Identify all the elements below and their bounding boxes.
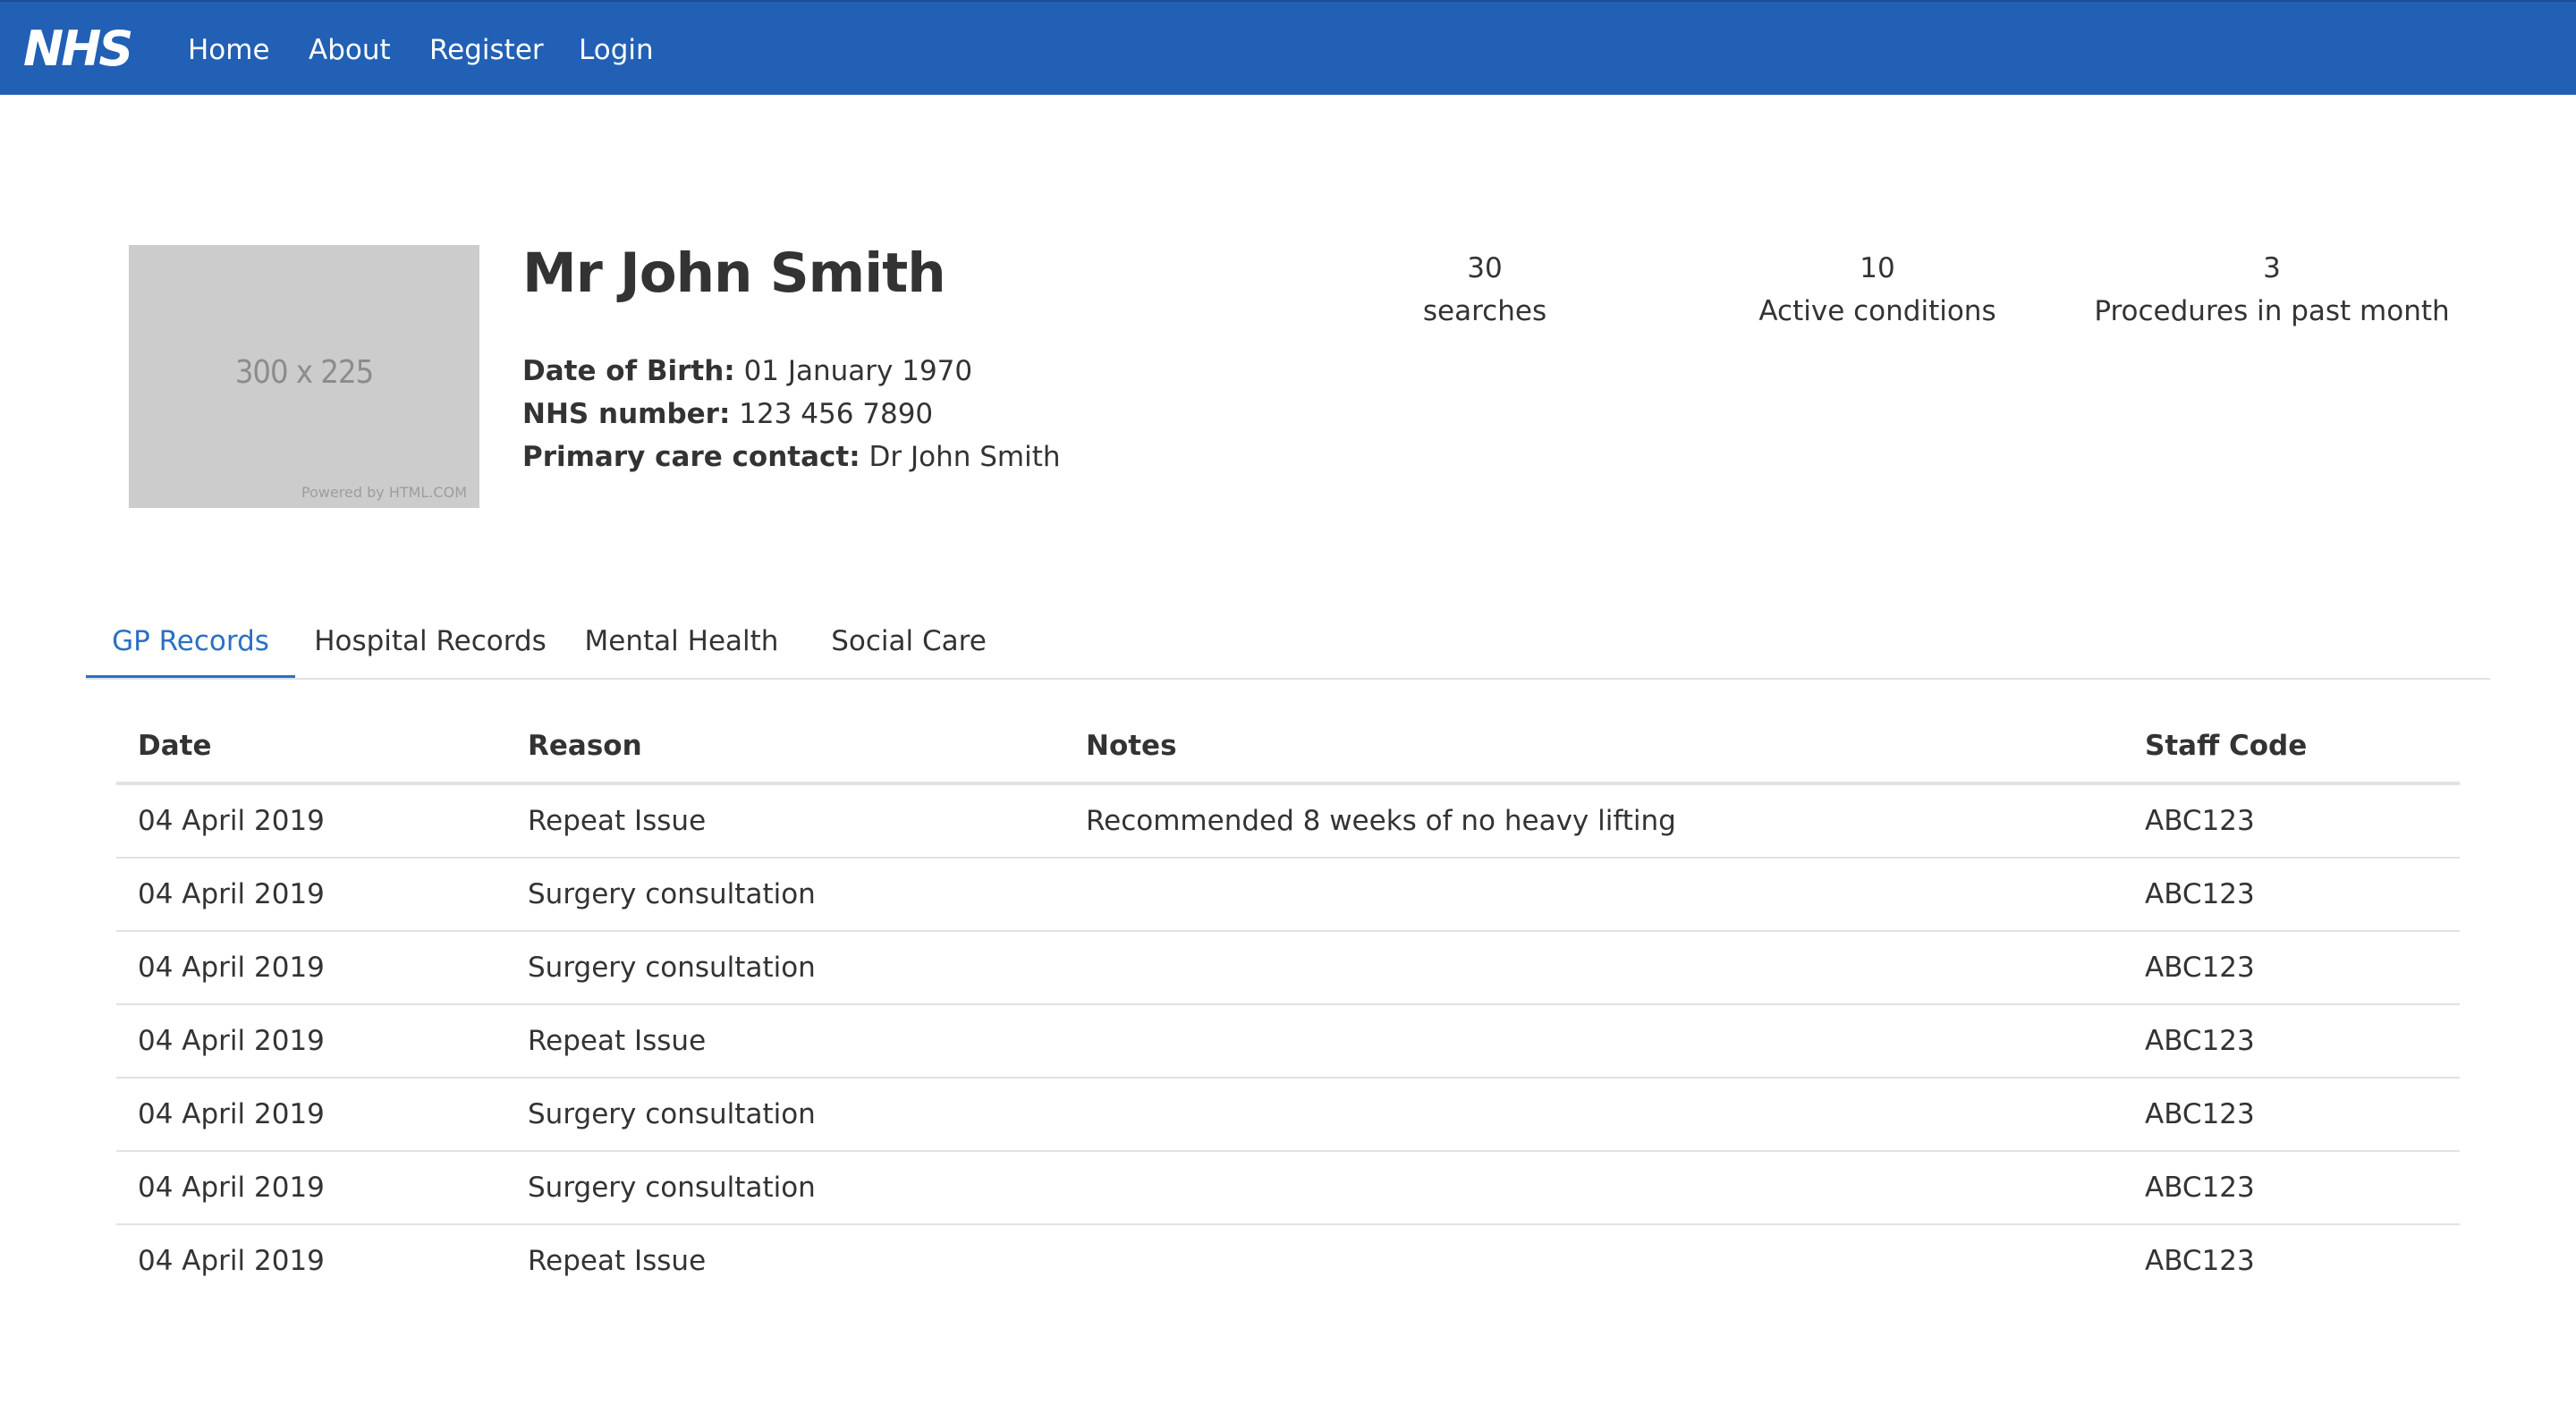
patient-name: Mr John Smith [522,241,946,305]
cell-staff-code: ABC123 [2123,931,2460,1005]
cell-date: 04 April 2019 [116,1004,506,1079]
cell-staff-code: ABC123 [2123,1078,2460,1152]
stat-active-conditions: 10 Active conditions [1681,247,2074,333]
stat-value: 10 [1860,252,1895,284]
cell-staff-code: ABC123 [2123,1151,2460,1225]
table-row: 04 April 2019 Repeat Issue ABC123 [116,1224,2460,1297]
column-header-notes: Notes [1064,710,2123,785]
patient-photo-placeholder: 300 x 225 Powered by HTML.COM [129,245,479,508]
stat-label: Active conditions [1758,295,1996,327]
cell-staff-code: ABC123 [2123,858,2460,932]
cell-staff-code: ABC123 [2123,783,2460,859]
stat-searches: 30 searches [1288,247,1682,333]
dob-value: 01 January 1970 [743,355,973,387]
gp-records-table: Date Reason Notes Staff Code 04 April 20… [116,710,2460,1297]
cell-date: 04 April 2019 [116,1078,506,1152]
cell-reason: Surgery consultation [506,858,1064,932]
table-header-row: Date Reason Notes Staff Code [116,710,2460,785]
cell-notes [1064,1224,2123,1297]
navbar: NHS Home About Register Login [0,0,2576,95]
table-row: 04 April 2019 Surgery consultation ABC12… [116,858,2460,932]
column-header-reason: Reason [506,710,1064,785]
stat-value: 3 [2263,252,2281,284]
table-row: 04 April 2019 Repeat Issue Recommended 8… [116,783,2460,859]
stat-label: searches [1422,295,1547,327]
nhs-number: NHS number: 123 456 7890 [522,398,933,430]
cell-reason: Repeat Issue [506,783,1064,859]
nav-link-about[interactable]: About [309,29,391,72]
tab-gp-records[interactable]: GP Records [86,615,295,678]
nhs-logo[interactable]: NHS [23,20,133,79]
tab-mental-health[interactable]: Mental Health [565,615,798,678]
cell-staff-code: ABC123 [2123,1004,2460,1079]
cell-notes [1064,1151,2123,1225]
cell-reason: Repeat Issue [528,1245,707,1277]
contact-value: Dr John Smith [869,441,1061,473]
primary-care-contact: Primary care contact: Dr John Smith [522,441,1061,473]
nav-link-register[interactable]: Register [429,29,544,72]
cell-reason: Surgery consultation [506,1078,1064,1152]
tab-social-care[interactable]: Social Care [798,615,1020,678]
stat-value: 30 [1467,252,1503,284]
nav-link-home[interactable]: Home [188,29,270,72]
nav-link-login[interactable]: Login [579,29,654,72]
cell-notes [1064,931,2123,1005]
nhs-number-label: NHS number: [522,398,731,430]
contact-label: Primary care contact: [522,441,860,473]
placeholder-size-text: 300 x 225 [234,354,374,391]
nhs-number-value: 123 456 7890 [739,398,934,430]
cell-date: 04 April 2019 [116,931,506,1005]
column-header-staff-code: Staff Code [2123,710,2460,785]
dob-label: Date of Birth: [522,355,735,387]
cell-date: 04 April 2019 [116,1151,506,1225]
cell-reason: Surgery consultation [506,1151,1064,1225]
date-of-birth: Date of Birth: 01 January 1970 [522,355,972,387]
table-row: 04 April 2019 Surgery consultation ABC12… [116,931,2460,1005]
cell-staff-code: ABC123 [2145,1245,2255,1277]
placeholder-credit-text: Powered by HTML.COM [301,484,467,501]
stat-label: Procedures in past month [2094,295,2450,327]
cell-notes [1064,1078,2123,1152]
stat-procedures: 3 Procedures in past month [2075,247,2469,333]
records-tabs: GP Records Hospital Records Mental Healt… [86,615,2490,680]
cell-date: 04 April 2019 [116,783,506,859]
cell-reason: Surgery consultation [506,931,1064,1005]
cell-date: 04 April 2019 [138,1245,325,1277]
cell-notes [1064,858,2123,932]
table-row: 04 April 2019 Surgery consultation ABC12… [116,1078,2460,1152]
table-row: 04 April 2019 Surgery consultation ABC12… [116,1151,2460,1225]
table-row: 04 April 2019 Repeat Issue ABC123 [116,1004,2460,1079]
cell-date: 04 April 2019 [116,858,506,932]
cell-reason: Repeat Issue [506,1004,1064,1079]
tab-hospital-records[interactable]: Hospital Records [295,615,565,678]
cell-notes [1064,1004,2123,1079]
cell-notes: Recommended 8 weeks of no heavy lifting [1064,783,2123,859]
column-header-date: Date [116,710,506,785]
